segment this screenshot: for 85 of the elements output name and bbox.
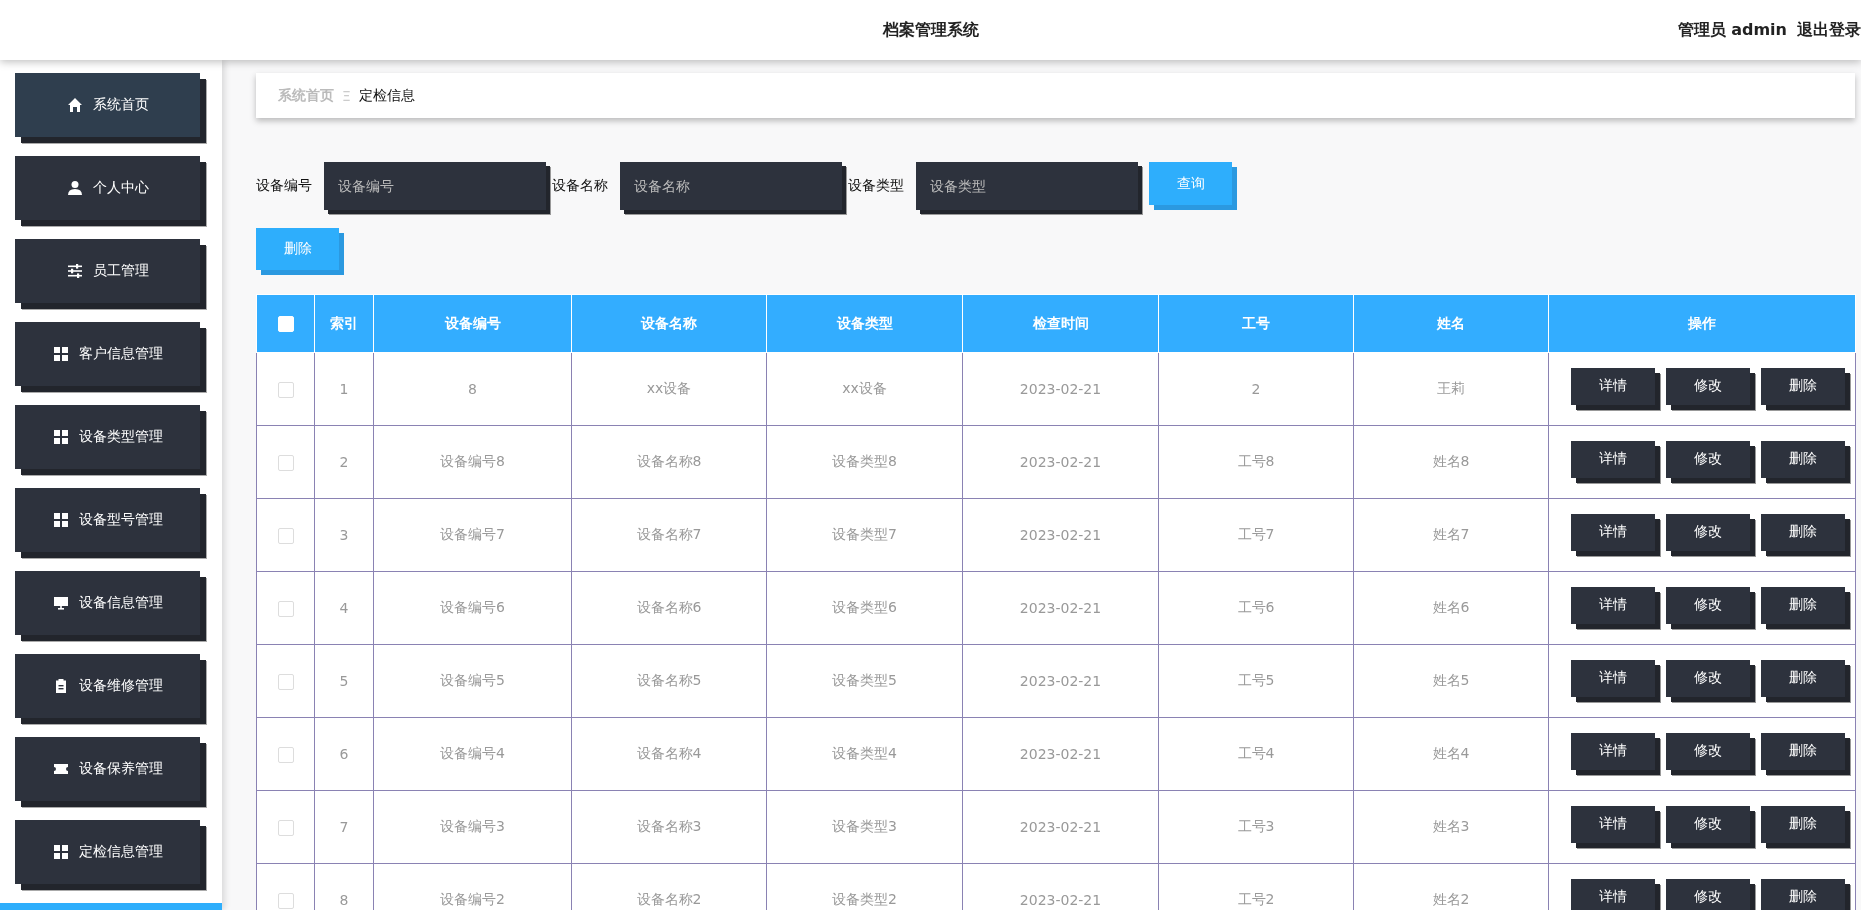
table-cell: 姓名5 [1353, 644, 1549, 718]
user-label: 管理员 admin [1677, 20, 1787, 41]
table-cell: 1 [314, 352, 374, 426]
table-cell: 设备类型5 [766, 644, 963, 718]
table-cell: 2 [314, 425, 374, 499]
table-cell: 王莉 [1353, 352, 1549, 426]
table-cell: 设备名称5 [571, 644, 767, 718]
table-cell: 2023-02-21 [962, 644, 1159, 718]
row-checkbox[interactable] [277, 527, 294, 544]
table-cell: 设备名称6 [571, 571, 767, 645]
table-cell: 姓名3 [1353, 790, 1549, 864]
home-icon [66, 97, 83, 113]
logout-link[interactable]: 退出登录 [1797, 20, 1861, 41]
search-field[interactable]: 设备编号 [324, 162, 546, 210]
table-cell: 2023-02-21 [962, 717, 1159, 791]
table-cell: 设备名称7 [571, 498, 767, 572]
column-header: 设备名称 [571, 294, 767, 353]
column-header: 设备编号 [373, 294, 572, 353]
table-cell: 2023-02-21 [962, 425, 1159, 499]
column-header: 操作 [1548, 294, 1856, 353]
table-cell: 4 [314, 571, 374, 645]
table-cell: 5 [314, 644, 374, 718]
row-checkbox[interactable] [277, 381, 294, 398]
table-cell: 设备类型4 [766, 717, 963, 791]
table-cell: 工号7 [1158, 498, 1354, 572]
column-header: 索引 [314, 294, 374, 353]
table-cell: 2023-02-21 [962, 352, 1159, 426]
table-cell: 姓名7 [1353, 498, 1549, 572]
table-cell: 设备名称8 [571, 425, 767, 499]
grid-icon [52, 512, 69, 528]
table-cell: 设备类型3 [766, 790, 963, 864]
table-cell: xx设备 [766, 352, 963, 426]
field-label: 设备名称 [552, 177, 608, 195]
table-cell: 2023-02-21 [962, 498, 1159, 572]
column-header: 设备类型 [766, 294, 963, 353]
table-cell: 设备名称4 [571, 717, 767, 791]
table-cell: 工号6 [1158, 571, 1354, 645]
table-cell: 设备名称3 [571, 790, 767, 864]
table-cell: 2023-02-21 [962, 790, 1159, 864]
grid-icon [52, 429, 69, 445]
row-checkbox[interactable] [277, 454, 294, 471]
grid-icon [52, 844, 69, 860]
field-label: 设备编号 [256, 177, 312, 195]
table-cell: 2023-02-21 [962, 571, 1159, 645]
table-cell: 工号4 [1158, 717, 1354, 791]
app-title: 档案管理系统 [882, 19, 979, 41]
table-cell: 设备编号5 [373, 644, 572, 718]
table-cell: 工号8 [1158, 425, 1354, 499]
table-cell: 设备类型7 [766, 498, 963, 572]
sliders-icon [66, 263, 83, 279]
column-header: 检查时间 [962, 294, 1159, 353]
column-header: 工号 [1158, 294, 1354, 353]
table-cell: 设备类型8 [766, 425, 963, 499]
table-cell: 姓名4 [1353, 717, 1549, 791]
search-field[interactable]: 设备类型 [916, 162, 1138, 210]
table-cell: 设备编号8 [373, 425, 572, 499]
table-cell: 2 [1158, 352, 1354, 426]
field-label: 设备类型 [848, 177, 904, 195]
table-cell: 6 [314, 717, 374, 791]
table-cell: 3 [314, 498, 374, 572]
table-cell: 设备编号4 [373, 717, 572, 791]
table-cell: 设备编号7 [373, 498, 572, 572]
row-checkbox[interactable] [277, 892, 294, 909]
table-cell: xx设备 [571, 352, 767, 426]
user-icon [66, 180, 83, 196]
row-checkbox[interactable] [277, 673, 294, 690]
table-cell: 工号5 [1158, 644, 1354, 718]
table-cell: 8 [373, 352, 572, 426]
table-cell: 设备编号3 [373, 790, 572, 864]
monitor-icon [52, 595, 69, 611]
table-cell: 姓名6 [1353, 571, 1549, 645]
table-cell: 设备编号6 [373, 571, 572, 645]
breadcrumb-current: 定检信息 [358, 86, 415, 105]
ticket-icon [52, 761, 69, 777]
search-field[interactable]: 设备名称 [620, 162, 842, 210]
column-header: 姓名 [1353, 294, 1549, 353]
grid-icon [52, 346, 69, 362]
select-all-checkbox[interactable] [277, 316, 294, 332]
row-checkbox[interactable] [277, 746, 294, 763]
table-cell: 工号3 [1158, 790, 1354, 864]
row-checkbox[interactable] [277, 600, 294, 617]
table-cell: 7 [314, 790, 374, 864]
table-cell: 设备类型6 [766, 571, 963, 645]
table-cell: 姓名8 [1353, 425, 1549, 499]
row-checkbox[interactable] [277, 819, 294, 836]
